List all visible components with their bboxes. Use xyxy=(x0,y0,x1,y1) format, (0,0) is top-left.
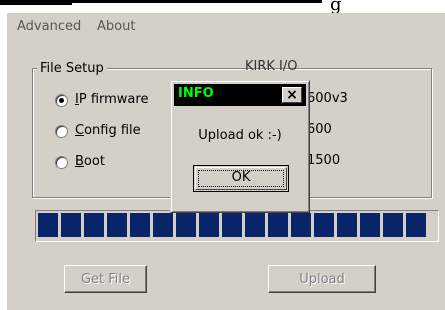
background-window-strip: g xyxy=(0,0,445,13)
progress-chunk xyxy=(222,213,242,237)
radio-button[interactable] xyxy=(55,94,68,107)
menu-about[interactable]: About xyxy=(97,19,135,34)
dialog-titlebar: INFO × xyxy=(174,84,306,106)
progress-fill xyxy=(38,213,436,239)
upload-progress-bar xyxy=(35,210,439,242)
radio-label: Boot xyxy=(75,154,105,169)
progress-chunk xyxy=(84,213,104,237)
progress-chunk xyxy=(337,213,357,237)
progress-chunk xyxy=(360,213,380,237)
radio-button[interactable] xyxy=(55,125,68,138)
value-config-file: 600 xyxy=(307,122,332,137)
radio-button[interactable] xyxy=(55,156,68,169)
progress-chunk xyxy=(61,213,81,237)
progress-chunk xyxy=(153,213,173,237)
progress-chunk xyxy=(268,213,288,237)
device-title: KIRK I/O xyxy=(245,59,298,74)
strip-glyph: g xyxy=(330,0,342,13)
dialog-message: Upload ok :-) xyxy=(198,128,282,143)
progress-chunk xyxy=(130,213,150,237)
menu-advanced[interactable]: Advanced xyxy=(17,19,81,34)
upload-button[interactable]: Upload xyxy=(268,265,376,293)
value-ip-firmware: 600v3 xyxy=(307,91,348,106)
progress-chunk xyxy=(176,213,196,237)
progress-chunk xyxy=(107,213,127,237)
ok-label: OK xyxy=(231,170,251,185)
get-file-button[interactable]: Get File xyxy=(64,265,147,293)
strip-bar xyxy=(72,0,322,3)
progress-chunk xyxy=(38,213,58,237)
progress-chunk xyxy=(383,213,403,237)
progress-chunk xyxy=(406,213,426,237)
value-boot: 1500 xyxy=(307,153,341,168)
ok-button[interactable]: OK xyxy=(193,165,289,192)
progress-chunk xyxy=(199,213,219,237)
menu-bar: Advanced About xyxy=(7,13,445,37)
file-setup-title: File Setup xyxy=(37,61,107,76)
dialog-title: INFO xyxy=(178,86,214,101)
progress-chunk xyxy=(245,213,265,237)
strip-block xyxy=(0,0,72,5)
radio-label: IP firmware xyxy=(75,92,149,107)
progress-chunk xyxy=(291,213,311,237)
radio-label: Config file xyxy=(75,123,141,138)
app-window: Advanced About File Setup KIRK I/O IP fi… xyxy=(7,13,445,310)
close-icon[interactable]: × xyxy=(282,87,302,103)
info-dialog: INFO × Upload ok :-) OK xyxy=(170,80,310,213)
progress-chunk xyxy=(314,213,334,237)
